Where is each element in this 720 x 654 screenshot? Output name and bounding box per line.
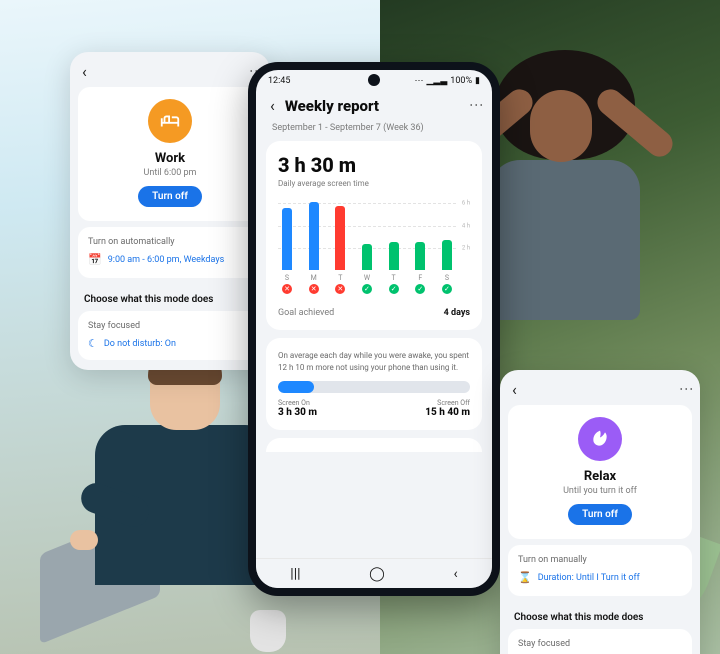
screen-time-panel: 3 h 30 m Daily average screen time 6 h 4… <box>266 141 482 330</box>
goal-label: Goal achieved <box>278 308 334 318</box>
calendar-icon: 📅 <box>88 253 102 266</box>
battery-text: 100% <box>450 76 472 86</box>
avg-usage-text: On average each day while you were awake… <box>278 350 470 373</box>
chart-day-label: M <box>309 274 319 282</box>
chart-bar <box>335 206 345 270</box>
chart-bar <box>362 244 372 270</box>
relax-title: Relax <box>516 469 684 484</box>
goal-miss-icon: ✕ <box>335 284 345 294</box>
home-button[interactable]: ◯ <box>369 566 385 582</box>
goal-met-icon: ✓ <box>389 284 399 294</box>
relax-subtitle: Until you turn it off <box>516 486 684 496</box>
chart-bar <box>282 208 292 270</box>
chart-day-label: F <box>415 274 425 282</box>
back-button[interactable]: ‹ <box>453 566 457 582</box>
weekly-bar-chart: 6 h 4 h 2 h <box>278 196 470 270</box>
grid-label: 4 h <box>462 222 470 229</box>
goal-met-icon: ✓ <box>362 284 372 294</box>
goal-miss-icon: ✕ <box>309 284 319 294</box>
camera-notch <box>368 74 380 86</box>
chart-day-label: W <box>362 274 372 282</box>
next-panel-peek <box>266 438 482 452</box>
chart-bar <box>442 240 452 270</box>
back-icon[interactable]: ‹ <box>82 62 87 81</box>
work-schedule-row[interactable]: 📅 9:00 am - 6:00 pm, Weekdays <box>88 253 252 266</box>
phone-frame: 12:45 ⋯ ▁▂▃ 100% ▮ ‹ Weekly report ⋮ Sep… <box>248 62 500 596</box>
work-mode-card: ‹ ⋮ Work Until 6:00 pm Turn off Turn on … <box>70 52 270 370</box>
report-back-icon[interactable]: ‹ <box>270 96 275 115</box>
report-kebab-icon[interactable]: ⋮ <box>474 98 478 113</box>
recents-button[interactable]: ||| <box>290 566 300 582</box>
chart-day-label: T <box>335 274 345 282</box>
screen-off-value: 15 h 40 m <box>425 407 470 418</box>
work-turn-off-button[interactable]: Turn off <box>138 186 202 207</box>
dnd-icon: ☾ <box>88 337 98 350</box>
status-time: 12:45 <box>268 76 290 86</box>
bed-icon <box>148 99 192 143</box>
page-title: Weekly report <box>285 97 464 115</box>
goal-miss-icon: ✕ <box>282 284 292 294</box>
signal-icon: ▁▂▃ <box>427 76 448 86</box>
system-nav-bar: ||| ◯ ‹ <box>256 558 492 588</box>
chart-day-label: S <box>442 274 452 282</box>
work-dnd-value: Do not disturb: On <box>104 339 176 349</box>
work-choose-label: Choose what this mode does <box>70 284 270 311</box>
work-dnd-row[interactable]: ☾ Do not disturb: On <box>88 337 252 350</box>
grid-label: 2 h <box>462 244 470 251</box>
relax-turn-off-button[interactable]: Turn off <box>568 504 632 525</box>
chart-bar <box>415 242 425 270</box>
avg-time-value: 3 h 30 m <box>278 153 470 177</box>
relax-choose-label: Choose what this mode does <box>500 602 700 629</box>
relax-stay-focused-label: Stay focused <box>518 639 682 649</box>
wifi-icon: ⋯ <box>415 76 424 86</box>
goal-met-icon: ✓ <box>415 284 425 294</box>
auto-on-label: Turn on automatically <box>88 237 252 247</box>
chart-day-label: S <box>282 274 292 282</box>
avg-time-label: Daily average screen time <box>278 179 470 188</box>
usage-progress-bar <box>278 381 470 393</box>
date-range: September 1 - September 7 (Week 36) <box>256 121 492 141</box>
usage-ratio-panel: On average each day while you were awake… <box>266 338 482 430</box>
relax-mode-card: ‹ ⋮ Relax Until you turn it off Turn off… <box>500 370 700 654</box>
manual-on-label: Turn on manually <box>518 555 682 565</box>
screen-on-label: Screen On <box>278 399 310 407</box>
hourglass-icon: ⌛ <box>518 571 532 584</box>
relax-kebab-icon[interactable]: ⋮ <box>684 382 688 397</box>
chart-bar <box>389 242 399 270</box>
work-stay-focused-label: Stay focused <box>88 321 252 331</box>
work-schedule-value: 9:00 am - 6:00 pm, Weekdays <box>108 255 225 265</box>
goal-met-icon: ✓ <box>442 284 452 294</box>
battery-icon: ▮ <box>475 76 480 86</box>
work-title: Work <box>86 151 254 166</box>
screen-on-value: 3 h 30 m <box>278 407 317 418</box>
relax-duration-value: Duration: Until I Turn it off <box>538 573 640 583</box>
screen-off-label: Screen Off <box>437 399 470 407</box>
leaf-icon <box>578 417 622 461</box>
work-subtitle: Until 6:00 pm <box>86 168 254 178</box>
goal-value: 4 days <box>444 308 470 318</box>
relax-duration-row[interactable]: ⌛ Duration: Until I Turn it off <box>518 571 682 584</box>
relax-back-icon[interactable]: ‹ <box>512 380 517 399</box>
chart-bar <box>309 202 319 270</box>
grid-label: 6 h <box>462 200 470 207</box>
chart-day-label: T <box>389 274 399 282</box>
